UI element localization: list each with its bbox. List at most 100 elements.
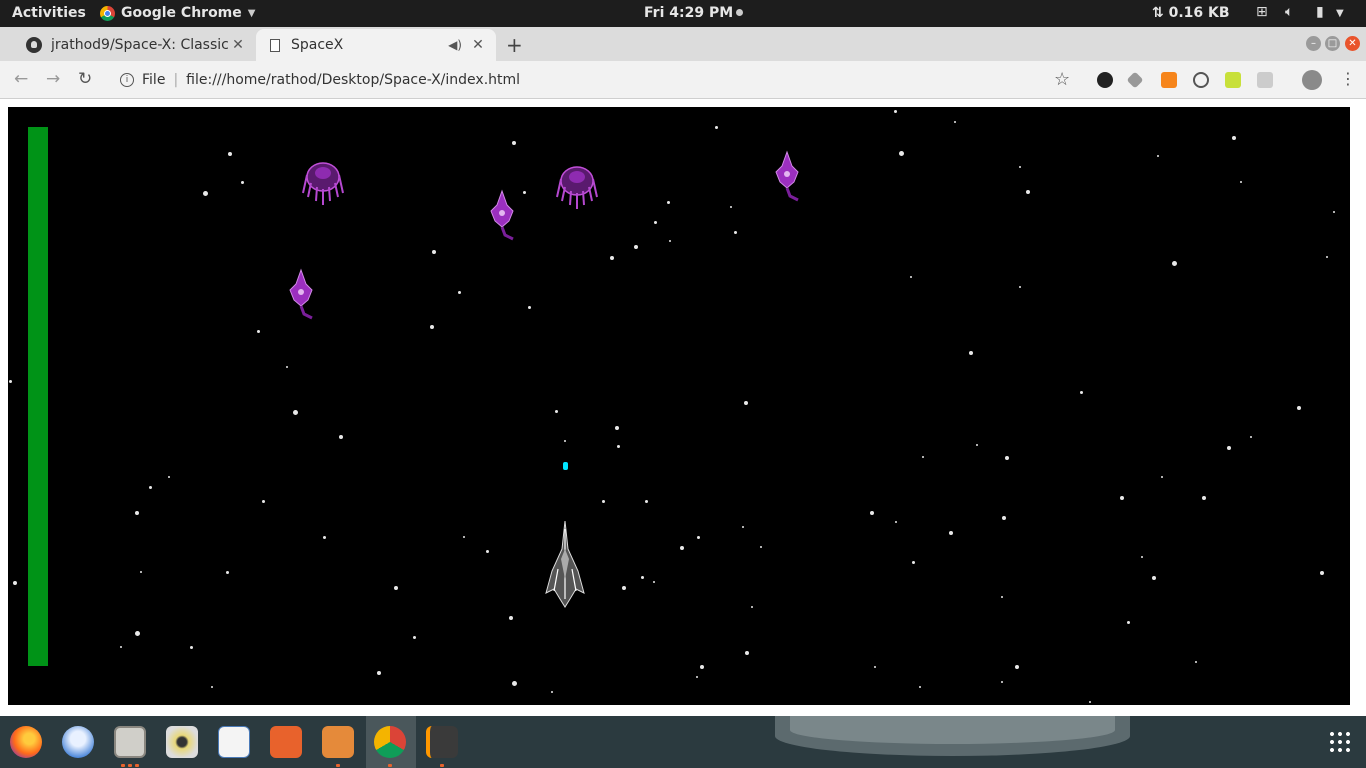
bookmark-star-icon[interactable]: ☆ — [1054, 69, 1070, 90]
address-bar[interactable]: i File | file:///home/rathod/Desktop/Spa… — [112, 67, 1082, 93]
software-center-icon[interactable] — [270, 726, 302, 758]
star — [9, 380, 12, 383]
close-tab-icon[interactable]: ✕ — [228, 37, 248, 53]
rhythmbox-icon[interactable] — [166, 726, 198, 758]
star — [564, 440, 566, 442]
star — [634, 245, 638, 249]
player-spaceship[interactable] — [542, 519, 588, 609]
document-viewer-icon[interactable] — [218, 726, 250, 758]
game-canvas[interactable] — [8, 107, 1350, 705]
menu-kebab-icon[interactable]: ⋮ — [1340, 69, 1356, 88]
star — [1001, 681, 1003, 683]
star — [458, 291, 461, 294]
star — [954, 121, 956, 123]
star — [523, 191, 526, 194]
battery-icon[interactable]: ▮ — [1316, 4, 1324, 20]
github-icon — [26, 37, 42, 53]
star — [1232, 136, 1236, 140]
star — [949, 531, 953, 535]
profile-avatar[interactable] — [1302, 70, 1322, 90]
star — [697, 536, 700, 539]
app-menu-label: Google Chrome — [121, 5, 242, 21]
star — [120, 646, 122, 648]
activities-button[interactable]: Activities — [12, 5, 86, 21]
app-menu[interactable]: Google Chrome ▼ — [100, 5, 255, 21]
star — [1202, 496, 1206, 500]
star — [653, 581, 655, 583]
star — [339, 435, 343, 439]
player-bullet — [563, 462, 568, 470]
star — [241, 181, 244, 184]
star — [610, 256, 614, 260]
system-menu-chevron-icon[interactable]: ▼ — [1336, 8, 1344, 19]
star — [602, 500, 605, 503]
file-roller-icon[interactable] — [322, 726, 354, 758]
star — [1240, 181, 1242, 183]
reload-button[interactable]: ↻ — [78, 69, 92, 89]
star — [680, 546, 684, 550]
extension-layers-icon[interactable] — [1126, 71, 1144, 89]
star — [551, 691, 553, 693]
audio-playing-icon[interactable]: ◀) — [448, 38, 462, 52]
close-window-button[interactable]: ✕ — [1345, 36, 1360, 51]
page-icon — [270, 38, 280, 52]
star — [744, 401, 748, 405]
star — [149, 486, 152, 489]
extension-speedometer-icon[interactable] — [1193, 72, 1209, 88]
system-top-bar: Activities Google Chrome ▼ Fri 4:29 PM ⇅… — [0, 0, 1366, 27]
star — [715, 126, 718, 129]
star — [203, 191, 208, 196]
star — [1089, 701, 1091, 703]
info-icon[interactable]: i — [120, 73, 134, 87]
network-icon[interactable]: ⊞ — [1256, 4, 1268, 20]
star — [509, 616, 513, 620]
tab-github[interactable]: jrathod9/Space-X: Classic ✕ — [16, 29, 256, 61]
star — [512, 141, 516, 145]
tab-spacex[interactable]: SpaceX ◀) ✕ — [256, 29, 496, 61]
star — [910, 276, 912, 278]
scheme-label: File — [142, 72, 166, 88]
star — [894, 110, 897, 113]
extension-n-icon[interactable] — [1225, 72, 1241, 88]
url-text[interactable]: file:///home/rathod/Desktop/Space-X/inde… — [186, 72, 520, 88]
star — [1141, 556, 1143, 558]
extension-metamask-icon[interactable] — [1161, 72, 1177, 88]
running-indicator — [128, 764, 132, 767]
close-tab-icon[interactable]: ✕ — [468, 37, 488, 53]
running-indicator — [336, 764, 340, 767]
star — [1297, 406, 1301, 410]
clock-label: Fri 4:29 PM — [644, 5, 734, 21]
clock[interactable]: Fri 4:29 PM — [644, 5, 744, 21]
extension-grey-icon[interactable] — [1257, 72, 1273, 88]
show-applications-icon[interactable] — [1328, 730, 1352, 754]
network-speed-indicator[interactable]: ⇅ 0.16 KB — [1152, 5, 1230, 21]
star — [135, 631, 140, 636]
extension-gnome-icon[interactable] — [1097, 72, 1113, 88]
star — [622, 586, 626, 590]
tab-title: SpaceX — [291, 37, 344, 53]
new-tab-button[interactable]: + — [506, 33, 523, 57]
forward-button[interactable]: → — [46, 69, 60, 89]
star — [919, 686, 921, 688]
star — [286, 366, 288, 368]
divider: | — [173, 72, 179, 88]
enemy-spider-ship — [302, 162, 344, 205]
sublime-text-icon[interactable] — [426, 726, 458, 758]
star — [1002, 516, 1006, 520]
star — [1320, 571, 1324, 575]
thunderbird-icon[interactable] — [62, 726, 94, 758]
firefox-icon[interactable] — [10, 726, 42, 758]
files-icon[interactable] — [114, 726, 146, 758]
star — [654, 221, 657, 224]
back-button[interactable]: ← — [14, 69, 28, 89]
minimize-window-button[interactable]: – — [1306, 36, 1321, 51]
volume-icon[interactable]: 🔈︎ — [1285, 4, 1293, 20]
star — [870, 511, 874, 515]
star — [1227, 446, 1231, 450]
maximize-window-button[interactable]: □ — [1325, 36, 1340, 51]
star — [512, 681, 517, 686]
star — [760, 546, 762, 548]
star — [13, 581, 17, 585]
chrome-icon[interactable] — [374, 726, 406, 758]
star — [1152, 576, 1156, 580]
